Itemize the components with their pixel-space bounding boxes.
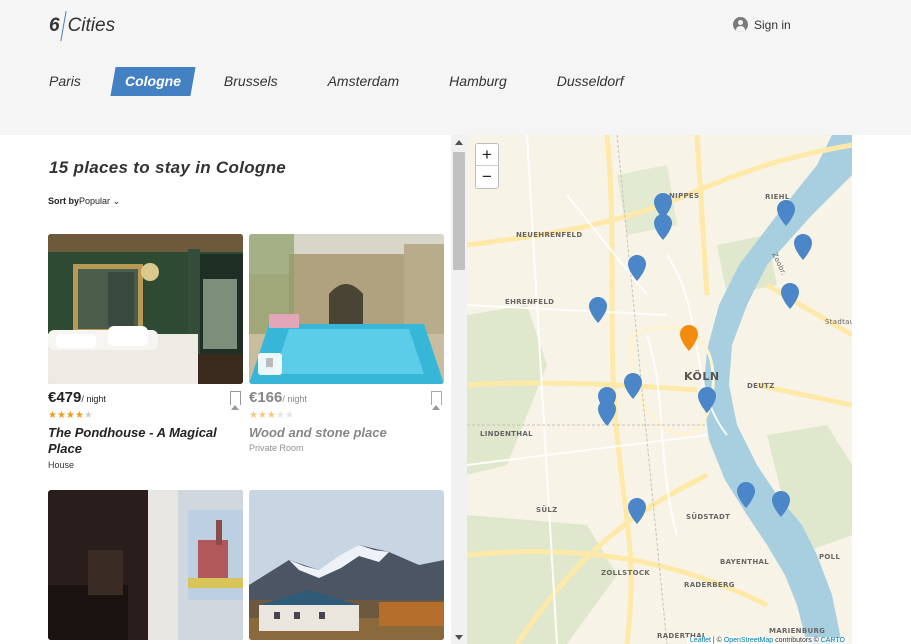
map-pin-active-icon[interactable] (680, 325, 698, 351)
page-margin (852, 135, 911, 644)
user-avatar-icon (733, 17, 748, 32)
chevron-down-icon: ⌄ (112, 196, 121, 206)
map-pin-icon[interactable] (772, 491, 790, 517)
map-label-nippes: NIPPES (669, 192, 700, 200)
tab-hamburg[interactable]: Hamburg (438, 67, 518, 96)
map-label-sulz: SÜLZ (536, 506, 558, 514)
offer-card[interactable]: €479/ night ★★★★★ The Pondhouse - A Magi… (48, 234, 243, 470)
tab-amsterdam[interactable]: Amsterdam (317, 67, 411, 96)
list-scrollbar[interactable] (451, 135, 467, 644)
offer-card[interactable]: €166/ night ★★★★★ Wood and stone place P… (249, 234, 444, 453)
map-label-bayenthal: BAYENTHAL (720, 558, 770, 566)
map-attribution: Leaflet | © OpenStreetMap contributors ©… (686, 637, 848, 644)
city-map[interactable]: NIPPES RIEHL NEUEHRENFELD EHRENFELD KÖLN… (467, 135, 852, 644)
leaflet-link[interactable]: Leaflet (690, 637, 711, 644)
tab-label: Brussels (223, 73, 278, 89)
map-label-raderberg: RADERBERG (684, 581, 735, 589)
map-pin-icon[interactable] (628, 498, 646, 524)
map-pin-icon[interactable] (628, 255, 646, 281)
offer-price: €479/ night (48, 389, 106, 406)
logo[interactable]: 6 Cities (49, 11, 116, 41)
map-label-koln: KÖLN (684, 370, 720, 383)
tab-label: Dusseldorf (556, 73, 624, 89)
attribution-sep: | © (710, 637, 724, 644)
price-period: / night (81, 394, 106, 404)
offer-type: Private Room (249, 443, 304, 453)
attribution-mid: contributors © (773, 637, 821, 644)
tab-paris[interactable]: Paris (38, 67, 92, 96)
offer-card[interactable] (48, 490, 243, 640)
tab-dusseldorf[interactable]: Dusseldorf (546, 67, 635, 96)
offer-image[interactable] (48, 490, 243, 640)
map-pin-icon[interactable] (737, 482, 755, 508)
offer-image[interactable] (249, 234, 444, 384)
map-pin-icon[interactable] (698, 387, 716, 413)
map-label-deutz: DEUTZ (747, 382, 775, 390)
logo-number: 6 (49, 15, 60, 36)
offer-type: House (48, 460, 75, 470)
bookmark-icon[interactable] (230, 391, 241, 405)
room-window-photo (48, 490, 243, 640)
price-period: / night (282, 394, 307, 404)
osm-link[interactable]: OpenStreetMap (724, 637, 773, 644)
page-title: 15 places to stay in Cologne (49, 158, 287, 177)
rating-stars: ★★★★★ (249, 410, 294, 421)
logo-divider (59, 11, 67, 41)
scroll-up-arrow-icon[interactable] (455, 140, 463, 145)
map-pin-icon[interactable] (598, 400, 616, 426)
tab-cologne[interactable]: Cologne (110, 67, 196, 96)
map-label-zollstock: ZOLLSTOCK (601, 569, 650, 577)
map-pin-icon[interactable] (777, 200, 795, 226)
map-pin-icon[interactable] (654, 214, 672, 240)
map-label-poll: POLL (819, 553, 841, 561)
scroll-down-arrow-icon[interactable] (455, 635, 463, 640)
map-label-lindenthal: LINDENTHAL (480, 430, 533, 438)
map-pin-icon[interactable] (781, 283, 799, 309)
sort-value: Popular (79, 196, 111, 206)
tab-label: Paris (49, 73, 81, 89)
bookmark-icon[interactable] (431, 391, 442, 405)
tab-label: Amsterdam (327, 73, 400, 89)
map-pin-icon[interactable] (624, 373, 642, 399)
zoom-in-button[interactable]: + (476, 144, 498, 166)
tab-brussels[interactable]: Brussels (213, 67, 289, 96)
map-label-sudstadt: SÜDSTADT (686, 513, 731, 521)
map-pin-icon[interactable] (794, 234, 812, 260)
sign-in-link[interactable]: Sign in (733, 17, 791, 32)
offer-name[interactable]: Wood and stone place (249, 425, 444, 441)
mountain-house-photo (249, 490, 444, 640)
zoom-out-button[interactable]: − (476, 166, 498, 188)
map-label-neuehrenfeld: NEUEHRENFELD (516, 231, 583, 239)
scrollbar-thumb[interactable] (453, 152, 465, 270)
offer-card[interactable] (249, 490, 444, 640)
bookmark-badge-icon[interactable] (258, 353, 282, 375)
city-tabs: Paris Cologne Brussels Amsterdam Hamburg… (38, 67, 635, 96)
carto-link[interactable]: CARTO (821, 637, 845, 644)
map-label-stadtau: Stadtau (825, 318, 852, 326)
sort-control[interactable]: Sort byPopular ⌄ (48, 196, 120, 207)
logo-word: Cities (67, 15, 116, 36)
offers-list: 15 places to stay in Cologne Sort byPopu… (0, 135, 451, 644)
tab-label: Hamburg (449, 73, 507, 89)
price-value: €166 (249, 389, 283, 406)
map-zoom-control: + − (475, 143, 499, 189)
map-pin-icon[interactable] (589, 297, 607, 323)
offer-name[interactable]: The Pondhouse - A Magical Place (48, 425, 243, 457)
price-value: €479 (48, 389, 82, 406)
sort-label: Sort by (48, 196, 80, 206)
map-label-ehrenfeld: EHRENFELD (505, 298, 555, 306)
offer-image[interactable] (249, 490, 444, 640)
bedroom-photo (48, 234, 243, 384)
header: 6 Cities Sign in Paris Cologne Brussels … (0, 0, 911, 135)
tab-label: Cologne (124, 73, 181, 89)
rating-stars: ★★★★★ (48, 410, 93, 421)
map-label-marienburg: MARIENBURG (769, 627, 826, 635)
offer-image[interactable] (48, 234, 243, 384)
sign-in-label: Sign in (754, 17, 791, 32)
offer-price: €166/ night (249, 389, 307, 406)
